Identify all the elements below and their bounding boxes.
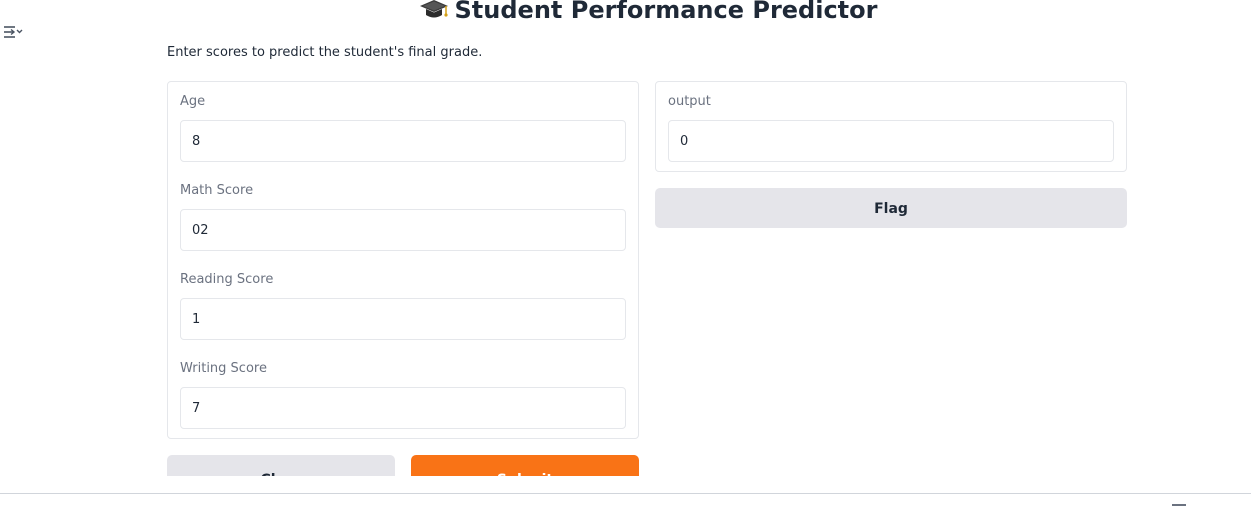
bottom-bar bbox=[0, 476, 1251, 506]
reading-score-input[interactable] bbox=[180, 298, 626, 340]
page-title-text: Student Performance Predictor bbox=[454, 0, 878, 24]
math-score-input[interactable] bbox=[180, 209, 626, 251]
output-panel: output bbox=[655, 81, 1127, 172]
reading-score-label: Reading Score bbox=[180, 272, 274, 287]
bottom-divider bbox=[0, 493, 1251, 494]
app-viewport: Student Performance Predictor Enter scor… bbox=[0, 0, 1251, 506]
graduation-cap-icon bbox=[419, 0, 449, 19]
inputs-panel: Age Math Score Reading Score Writing Sco… bbox=[167, 81, 639, 439]
flag-button[interactable]: Flag bbox=[655, 188, 1127, 228]
writing-score-label: Writing Score bbox=[180, 361, 267, 376]
output-field[interactable] bbox=[668, 120, 1114, 162]
writing-score-input[interactable] bbox=[180, 387, 626, 429]
age-input[interactable] bbox=[180, 120, 626, 162]
page-title: Student Performance Predictor bbox=[0, 0, 1251, 28]
age-label: Age bbox=[180, 94, 206, 109]
math-score-label: Math Score bbox=[180, 183, 254, 198]
output-label: output bbox=[668, 94, 711, 109]
page-description: Enter scores to predict the student's fi… bbox=[167, 45, 483, 60]
